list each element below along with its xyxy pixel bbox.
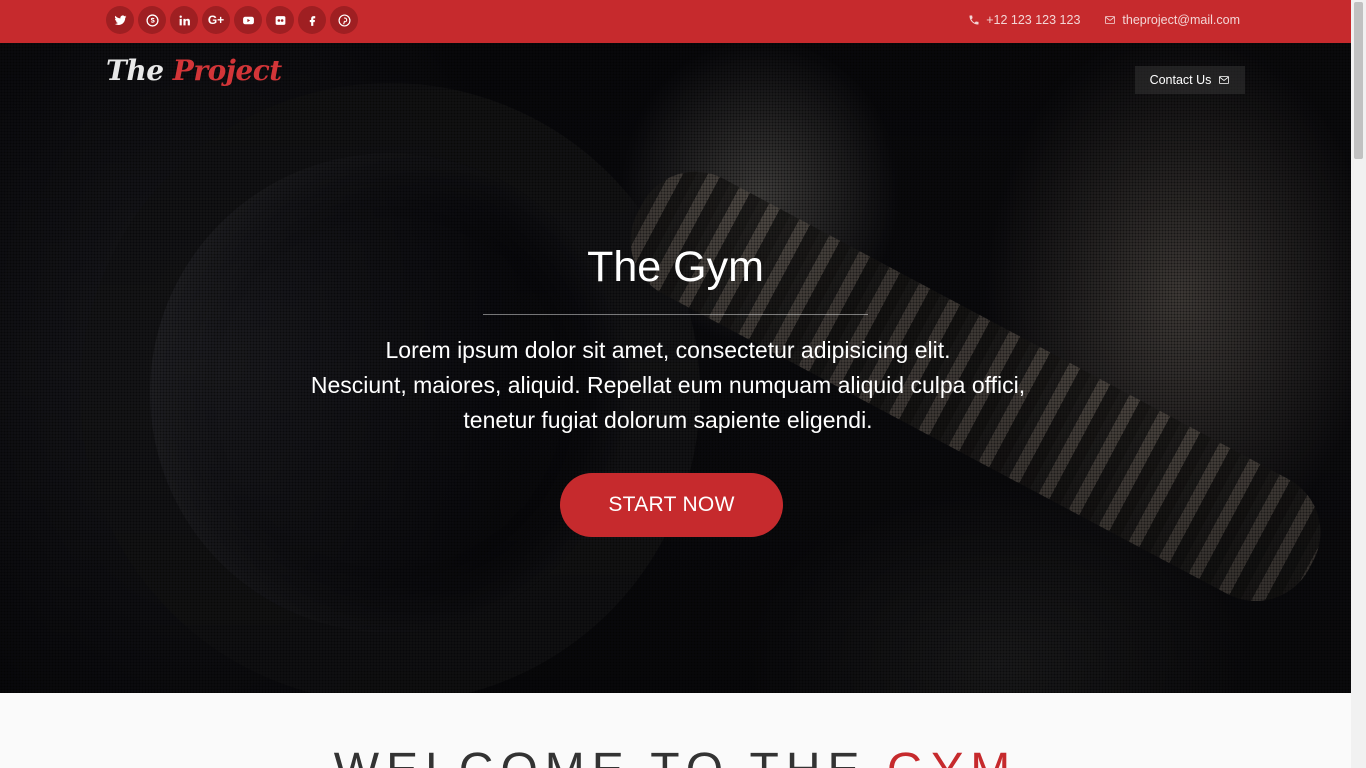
pinterest-icon[interactable] (330, 6, 358, 34)
contact-us-label: Contact Us (1149, 73, 1212, 87)
envelope-icon (1219, 76, 1230, 84)
hero-description: Lorem ipsum dolor sit amet, consectetur … (260, 333, 1076, 438)
skype-icon[interactable] (138, 6, 166, 34)
linkedin-icon[interactable] (170, 6, 198, 34)
phone-number: +12 123 123 123 (986, 13, 1081, 27)
hero-text-line: Lorem ipsum dolor sit amet, consectetur … (385, 337, 951, 363)
contact-info: +12 123 123 123 theproject@mail.com (968, 13, 1240, 27)
welcome-title-accent: GYM (887, 744, 1017, 768)
phone-icon (969, 15, 979, 25)
twitter-icon[interactable] (106, 6, 134, 34)
envelope-icon (1105, 16, 1116, 24)
top-bar: G+ +12 123 123 123 theproject@mail.com (0, 0, 1351, 43)
facebook-icon[interactable] (298, 6, 326, 34)
phone-info: +12 123 123 123 (968, 13, 1080, 27)
email-info[interactable]: theproject@mail.com (1104, 13, 1240, 27)
logo-text-the: The (106, 54, 173, 87)
social-links: G+ (106, 6, 358, 34)
hero-text-line: tenetur fugiat dolorum sapiente eligendi… (463, 407, 873, 433)
contact-us-button[interactable]: Contact Us (1135, 66, 1245, 94)
flickr-icon[interactable] (266, 6, 294, 34)
start-now-button[interactable]: START NOW (560, 473, 783, 537)
hero-text-line: Nesciunt, maiores, aliquid. Repellat eum… (310, 372, 1026, 398)
welcome-title-text: WELCOME TO THE (334, 744, 887, 768)
welcome-title: WELCOME TO THE GYM (0, 743, 1351, 768)
page-scrollbar[interactable] (1351, 0, 1366, 768)
welcome-section: WELCOME TO THE GYM (0, 693, 1351, 768)
site-logo[interactable]: The Project (106, 54, 282, 87)
logo-text-project: Project (172, 54, 282, 87)
hero-divider (483, 314, 868, 315)
hero-title: The Gym (587, 243, 764, 291)
google-plus-icon[interactable]: G+ (202, 6, 230, 34)
scrollbar-thumb[interactable] (1354, 2, 1363, 159)
youtube-icon[interactable] (234, 6, 262, 34)
email-address[interactable]: theproject@mail.com (1122, 13, 1240, 27)
